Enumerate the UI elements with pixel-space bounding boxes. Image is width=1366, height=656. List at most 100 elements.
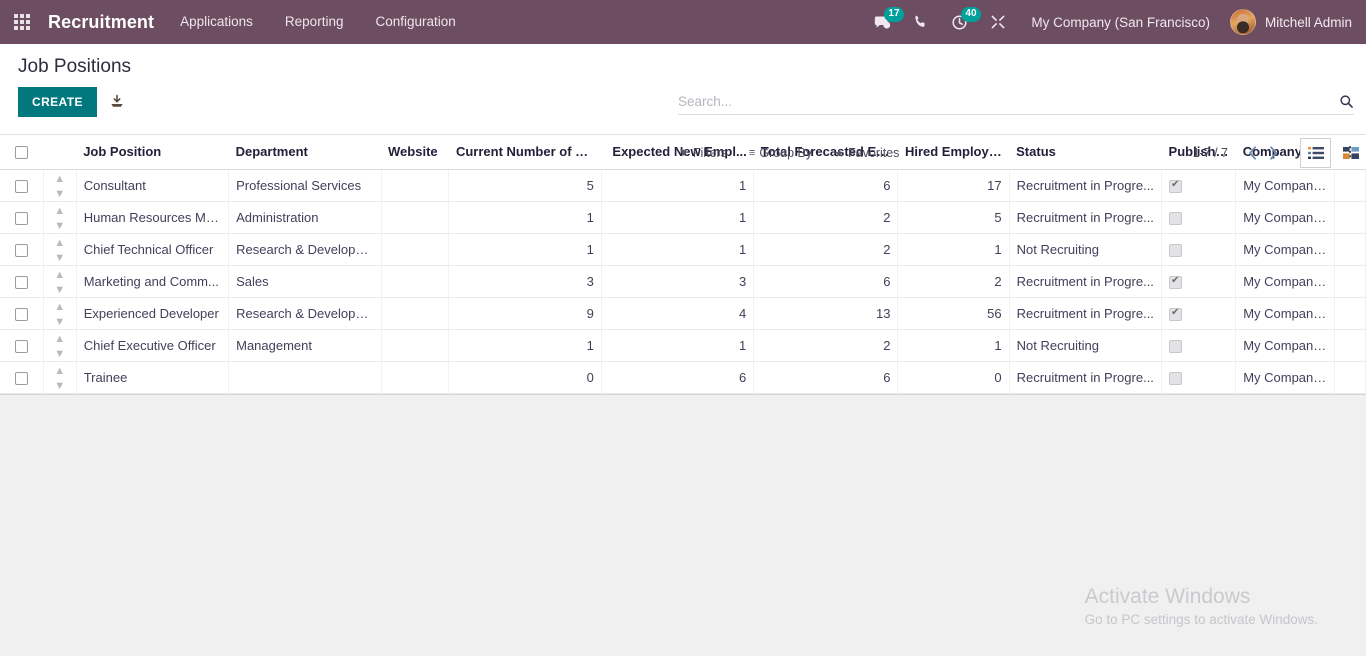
cell-total-forecasted-employees: 2 (753, 233, 899, 266)
row-handle-cell: ▲ ▼ (43, 169, 77, 202)
pager-previous-button[interactable] (1242, 146, 1263, 160)
select-all-header (0, 135, 44, 170)
row-checkbox[interactable] (14, 211, 28, 225)
row-checkbox[interactable] (14, 339, 28, 353)
user-menu[interactable]: Mitchell Admin (1224, 9, 1366, 35)
row-checkbox[interactable] (14, 307, 28, 321)
list-view-icon (1307, 147, 1324, 159)
cell-spacer (1334, 201, 1366, 234)
voip-phone-button[interactable] (902, 0, 940, 44)
row-select-cell (0, 201, 44, 234)
cell-job-position[interactable]: Human Resources Ma... (76, 201, 230, 234)
row-select-cell (0, 329, 44, 362)
row-handle-cell: ▲ ▼ (43, 201, 77, 234)
menu-reporting[interactable]: Reporting (269, 0, 360, 44)
cell-published (1161, 297, 1237, 330)
pager-next-button[interactable] (1263, 146, 1284, 160)
cell-website (381, 201, 450, 234)
cell-expected-new-employees: 6 (601, 361, 755, 394)
filters-label: Filters (692, 146, 727, 160)
cell-status: Recruitment in Progre... (1009, 361, 1163, 394)
cell-published (1161, 169, 1237, 202)
select-all-checkbox[interactable] (15, 146, 29, 160)
list-view-button[interactable] (1300, 138, 1331, 168)
row-checkbox[interactable] (14, 275, 28, 289)
drag-handle-icon[interactable]: ▲ ▼ (54, 237, 65, 264)
cell-job-position[interactable]: Chief Executive Officer (76, 329, 230, 362)
cell-website (381, 265, 450, 298)
create-button[interactable]: CREATE (18, 87, 97, 117)
import-records-button[interactable] (109, 94, 125, 110)
phone-icon (915, 15, 926, 27)
row-handle-cell: ▲ ▼ (43, 265, 77, 298)
cell-spacer (1334, 329, 1366, 362)
search-input[interactable] (678, 94, 1333, 109)
drag-handle-icon[interactable]: ▲ ▼ (54, 173, 65, 200)
drag-handle-icon[interactable]: ▲ ▼ (54, 269, 65, 296)
navbar-right-tools: 17 40 My Company (San Francisco) Mitchel… (863, 0, 1366, 44)
debug-tools-button[interactable] (979, 0, 1017, 44)
drag-handle-icon[interactable]: ▲ ▼ (54, 301, 65, 328)
cell-hired-employees: 56 (897, 297, 1010, 330)
published-checkbox[interactable] (1169, 178, 1183, 193)
table-row[interactable]: ▲ ▼ Consultant Professional Services 5 1 6 17 Re… (0, 169, 1366, 202)
search-button[interactable] (1333, 94, 1354, 109)
drag-handle-icon[interactable]: ▲ ▼ (54, 365, 65, 392)
col-job-position[interactable]: Job Position (76, 135, 229, 170)
top-navbar: Recruitment Applications Reporting Confi… (0, 0, 1366, 44)
windows-activation-watermark: Activate Windows Go to PC settings to ac… (1085, 584, 1318, 630)
filters-dropdown[interactable]: ▼ Filters (678, 146, 727, 160)
table-row[interactable]: ▲ ▼ Experienced Developer Research & Develo… (0, 297, 1366, 330)
table-row[interactable]: ▲ ▼ Marketing and Comm... Sales 3 3 6 2 Recruitm… (0, 265, 1366, 298)
cell-job-position[interactable]: Marketing and Comm... (76, 265, 230, 298)
cell-current-employees: 5 (448, 169, 602, 202)
cell-job-position[interactable]: Experienced Developer (76, 297, 230, 330)
drag-handle-icon[interactable]: ▲ ▼ (54, 333, 65, 360)
cell-hired-employees: 17 (897, 169, 1010, 202)
group-by-dropdown[interactable]: ≡ Group By (749, 146, 812, 160)
row-select-cell (0, 265, 44, 298)
table-row[interactable]: ▲ ▼ Chief Executive Officer Management 1 1 2 1 N… (0, 329, 1366, 362)
published-checkbox[interactable] (1169, 211, 1183, 225)
search-bar[interactable] (678, 94, 1354, 115)
published-checkbox[interactable] (1169, 306, 1183, 321)
apps-menu-button[interactable] (0, 0, 44, 44)
cell-job-position[interactable]: Consultant (76, 169, 230, 202)
table-row[interactable]: ▲ ▼ Trainee 0 6 6 0 Recruitment in Progre... My … (0, 361, 1366, 394)
cell-job-position[interactable]: Chief Technical Officer (76, 233, 230, 266)
row-checkbox[interactable] (14, 371, 28, 385)
table-row[interactable]: ▲ ▼ Human Resources Ma... Administration 1 1 2… (0, 201, 1366, 234)
control-panel: Job Positions CREATE ▼ Filters ≡ Group B… (0, 44, 1366, 168)
cell-hired-employees: 1 (897, 233, 1010, 266)
published-checkbox[interactable] (1169, 274, 1183, 289)
page-title: Job Positions (18, 56, 132, 77)
cell-hired-employees: 2 (897, 265, 1010, 298)
activities-button[interactable]: 40 (940, 0, 981, 44)
cell-department: Administration (228, 201, 382, 234)
published-checkbox[interactable] (1169, 243, 1183, 257)
activities-badge: 40 (961, 7, 981, 22)
row-handle-cell: ▲ ▼ (43, 297, 77, 330)
cell-current-employees: 1 (448, 233, 602, 266)
published-checkbox[interactable] (1169, 339, 1183, 353)
drag-handle-icon[interactable]: ▲ ▼ (54, 205, 65, 232)
menu-applications[interactable]: Applications (164, 0, 269, 44)
published-checkbox[interactable] (1169, 371, 1183, 385)
cell-company: My Company (San Fr... (1235, 265, 1336, 298)
table-row[interactable]: ▲ ▼ Chief Technical Officer Research & Deve… (0, 233, 1366, 266)
cell-company: My Company (San Fr... (1235, 233, 1336, 266)
favorites-dropdown[interactable]: ★ Favorites (834, 146, 899, 160)
cell-job-position[interactable]: Trainee (76, 361, 230, 394)
app-brand-recruitment[interactable]: Recruitment (44, 12, 164, 33)
company-selector[interactable]: My Company (San Francisco) (1017, 15, 1224, 30)
row-checkbox[interactable] (14, 179, 28, 193)
cell-status: Recruitment in Progre... (1009, 201, 1163, 234)
menu-configuration[interactable]: Configuration (359, 0, 471, 44)
kanban-view-button[interactable] (1335, 138, 1366, 168)
col-current-employees[interactable]: Current Number of E... (448, 135, 602, 170)
col-website[interactable]: Website (381, 135, 449, 170)
messages-button[interactable]: 17 (863, 0, 904, 44)
row-checkbox[interactable] (14, 243, 28, 257)
col-department[interactable]: Department (228, 135, 382, 170)
messages-badge: 17 (884, 7, 904, 22)
